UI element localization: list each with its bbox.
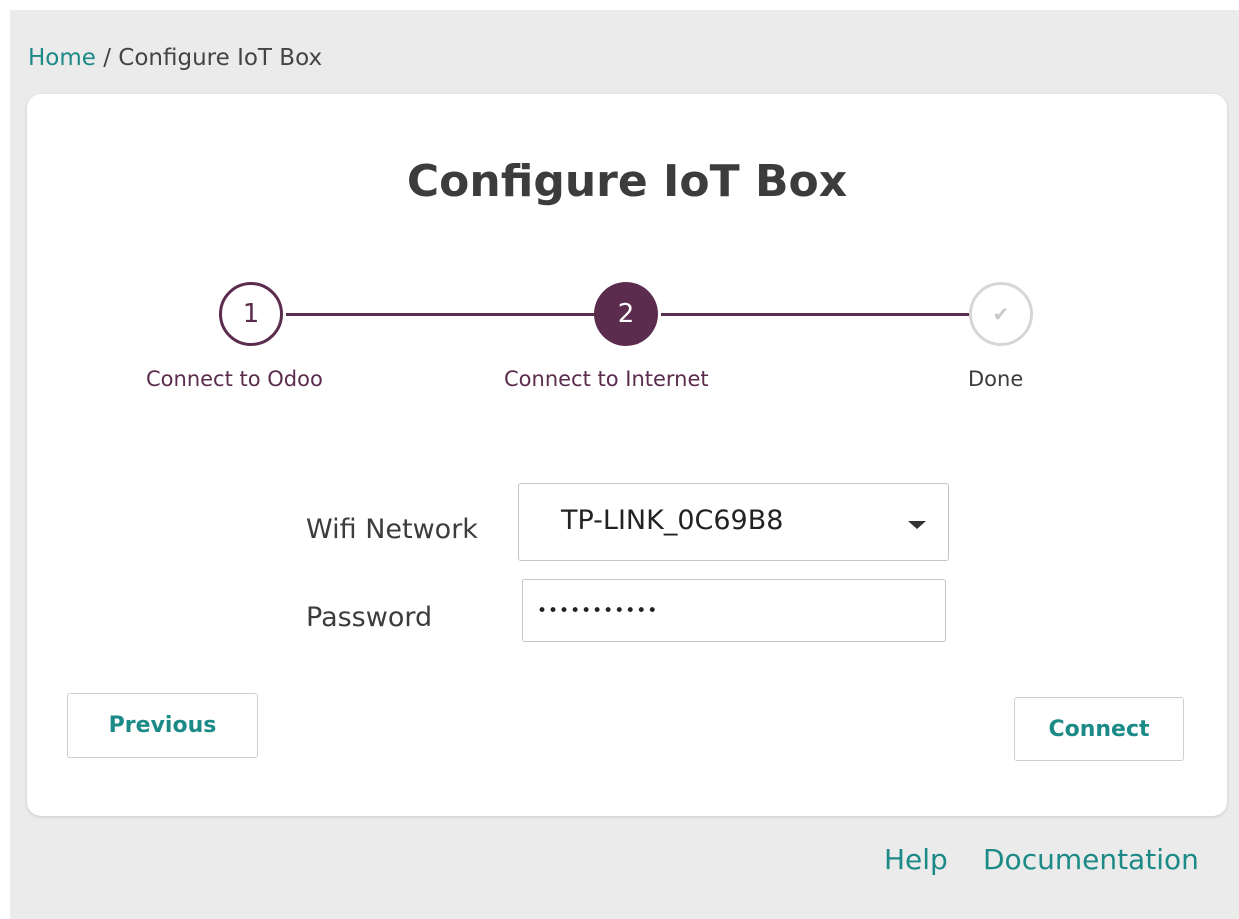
connect-button[interactable]: Connect bbox=[1014, 697, 1184, 761]
previous-button[interactable]: Previous bbox=[67, 693, 258, 758]
breadcrumb: Home / Configure IoT Box bbox=[28, 43, 322, 73]
page-title: Configure IoT Box bbox=[406, 156, 848, 207]
configure-card: Configure IoT Box 1 2 ✔ Connect to Odoo … bbox=[27, 94, 1227, 816]
caret-down-icon bbox=[908, 521, 926, 529]
breadcrumb-current: Configure IoT Box bbox=[118, 45, 323, 71]
password-label: Password bbox=[306, 602, 433, 633]
help-link[interactable]: Help bbox=[884, 842, 948, 878]
step-2-label: Connect to Internet bbox=[504, 367, 709, 391]
wifi-network-value: TP-LINK_0C69B8 bbox=[561, 505, 784, 536]
step-1-circle: 1 bbox=[219, 282, 283, 346]
password-input[interactable] bbox=[522, 579, 946, 642]
checkmark-icon: ✔ bbox=[969, 282, 1033, 346]
step-2-circle: 2 bbox=[594, 282, 658, 346]
wifi-network-label: Wifi Network bbox=[306, 514, 478, 545]
wifi-network-select[interactable]: TP-LINK_0C69B8 bbox=[518, 483, 949, 561]
step-connector-2 bbox=[661, 313, 971, 316]
documentation-link[interactable]: Documentation bbox=[983, 842, 1199, 878]
step-connector-1 bbox=[286, 313, 595, 316]
breadcrumb-home-link[interactable]: Home bbox=[28, 45, 96, 71]
step-3-label: Done bbox=[968, 367, 1024, 391]
page: Home / Configure IoT Box Configure IoT B… bbox=[10, 10, 1239, 919]
step-1-label: Connect to Odoo bbox=[146, 367, 323, 391]
breadcrumb-separator: / bbox=[103, 45, 111, 71]
